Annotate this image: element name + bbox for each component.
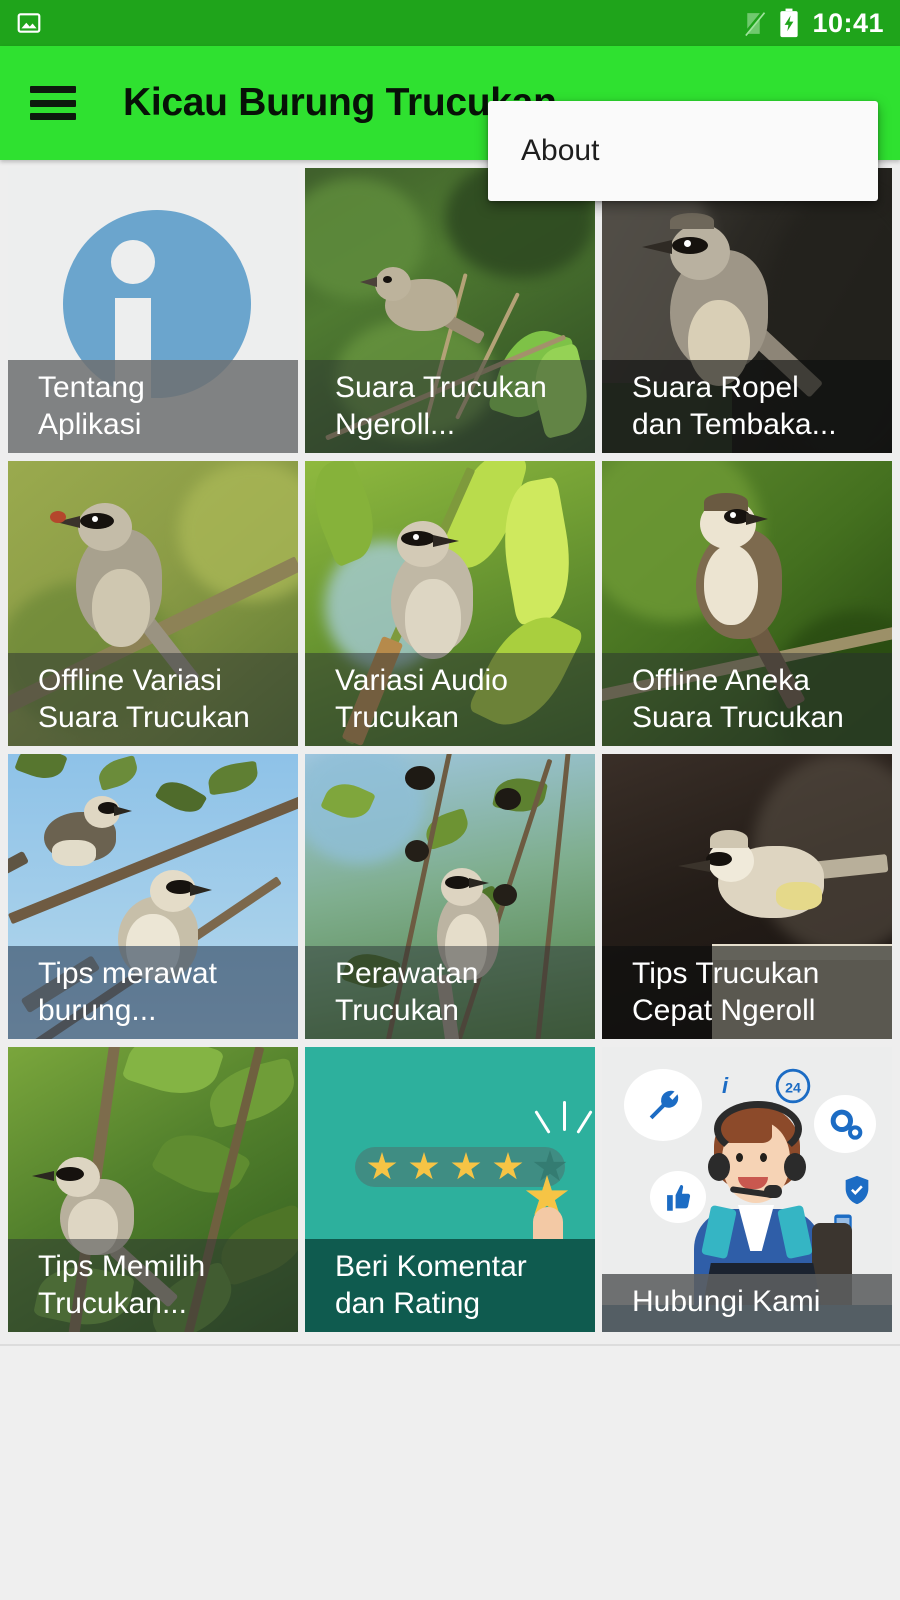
- caption-line: Perawatan: [335, 957, 479, 991]
- tile-caption: Offline Variasi Suara Trucukan: [8, 653, 298, 746]
- tile-caption: Tentang Aplikasi: [8, 360, 298, 453]
- tile-caption: Perawatan Trucukan: [305, 946, 595, 1039]
- status-bar-left: [16, 10, 42, 36]
- caption-line: Trucukan: [335, 993, 459, 1027]
- tile-caption: Tips Memilih Trucukan...: [8, 1239, 298, 1332]
- caption-line: Offline Variasi: [38, 664, 222, 698]
- caption-line: Tentang: [38, 371, 145, 405]
- caption-line: Tips merawat: [38, 957, 217, 991]
- menu-item-about[interactable]: About: [488, 136, 878, 166]
- hamburger-menu-icon[interactable]: [30, 86, 76, 120]
- tile-perawatan-trucukan[interactable]: Perawatan Trucukan: [305, 754, 595, 1039]
- caption-line: dan Tembaka...: [632, 407, 837, 441]
- tile-suara-trucukan-ngeroll[interactable]: Suara Trucukan Ngeroll...: [305, 168, 595, 453]
- caption-line: Suara Trucukan: [335, 371, 547, 405]
- tile-caption: Hubungi Kami: [602, 1274, 892, 1332]
- 24-hours-icon: 24: [775, 1068, 811, 1104]
- caption-line: Suara Ropel: [632, 371, 799, 405]
- caption-line: dan Rating: [335, 1286, 481, 1320]
- gear-icon: [830, 1109, 863, 1140]
- status-bar-clock: 10:41: [812, 7, 884, 38]
- tile-tips-trucukan-cepat-ngeroll[interactable]: Tips Trucukan Cepat Ngeroll: [602, 754, 892, 1039]
- tile-caption: Beri Komentar dan Rating: [305, 1239, 595, 1332]
- tile-grid: Tentang Aplikasi Suara Trucukan Ngeroll.…: [8, 168, 892, 1332]
- page-bottom-empty-area: [0, 1346, 900, 1600]
- caption-line: Trucukan: [335, 700, 459, 734]
- app-bar: Kicau Burung Trucukan About: [0, 46, 900, 201]
- battery-charging-icon: [780, 8, 799, 38]
- image-icon: [17, 13, 41, 33]
- tile-caption: Suara Ropel dan Tembaka...: [602, 360, 892, 453]
- tile-offline-aneka-suara-trucukan[interactable]: Offline Aneka Suara Trucukan: [602, 461, 892, 746]
- tile-grid-container: Tentang Aplikasi Suara Trucukan Ngeroll.…: [0, 160, 900, 1346]
- bird: [360, 263, 486, 348]
- svg-text:24: 24: [785, 1080, 801, 1096]
- caption-line: Tips Trucukan: [632, 957, 820, 991]
- info-icon: i: [721, 1073, 729, 1098]
- tile-caption: Offline Aneka Suara Trucukan: [602, 653, 892, 746]
- caption-line: burung...: [38, 993, 157, 1027]
- caption-line: Beri Komentar: [335, 1250, 527, 1284]
- status-bar: 10:41: [0, 0, 900, 46]
- tile-tips-memilih-trucukan[interactable]: Tips Memilih Trucukan...: [8, 1047, 298, 1332]
- tile-caption: Tips merawat burung...: [8, 946, 298, 1039]
- shield-check-icon: [845, 1175, 869, 1205]
- wrench-icon: [649, 1090, 679, 1120]
- tile-caption: Suara Trucukan Ngeroll...: [305, 360, 595, 453]
- caption-line: Cepat Ngeroll: [632, 993, 816, 1027]
- tile-caption: Variasi Audio Trucukan: [305, 653, 595, 746]
- bird: [678, 806, 890, 966]
- signal-off-icon: [743, 10, 766, 36]
- caption-line: Suara Trucukan: [38, 700, 250, 734]
- overflow-menu-popup: About: [488, 101, 878, 201]
- bird: [48, 483, 228, 688]
- caption-line: Hubungi Kami: [632, 1285, 821, 1318]
- caption-line: Ngeroll...: [335, 407, 456, 441]
- tile-suara-ropel-dan-tembakan[interactable]: Suara Ropel dan Tembaka...: [602, 168, 892, 453]
- tile-beri-komentar-dan-rating[interactable]: Beri Komentar dan Rating: [305, 1047, 595, 1332]
- caption-line: Offline Aneka: [632, 664, 810, 698]
- tile-tips-merawat-burung[interactable]: Tips merawat burung...: [8, 754, 298, 1039]
- thumbs-up-icon: [667, 1185, 691, 1211]
- tile-hubungi-kami[interactable]: i 24 Hubungi Kami: [602, 1047, 892, 1332]
- tile-caption: Tips Trucukan Cepat Ngeroll: [602, 946, 892, 1039]
- caption-line: Aplikasi: [38, 407, 142, 441]
- caption-line: Trucukan...: [38, 1286, 187, 1320]
- tile-variasi-audio-trucukan[interactable]: Variasi Audio Trucukan: [305, 461, 595, 746]
- caption-line: Tips Memilih: [38, 1250, 206, 1284]
- caption-line: Suara Trucukan: [632, 700, 844, 734]
- tile-tentang-aplikasi[interactable]: Tentang Aplikasi: [8, 168, 298, 453]
- content-divider: [0, 1344, 900, 1346]
- tile-offline-variasi-suara-trucukan[interactable]: Offline Variasi Suara Trucukan: [8, 461, 298, 746]
- status-bar-right: 10:41: [741, 8, 884, 38]
- caption-line: Variasi Audio: [335, 664, 508, 698]
